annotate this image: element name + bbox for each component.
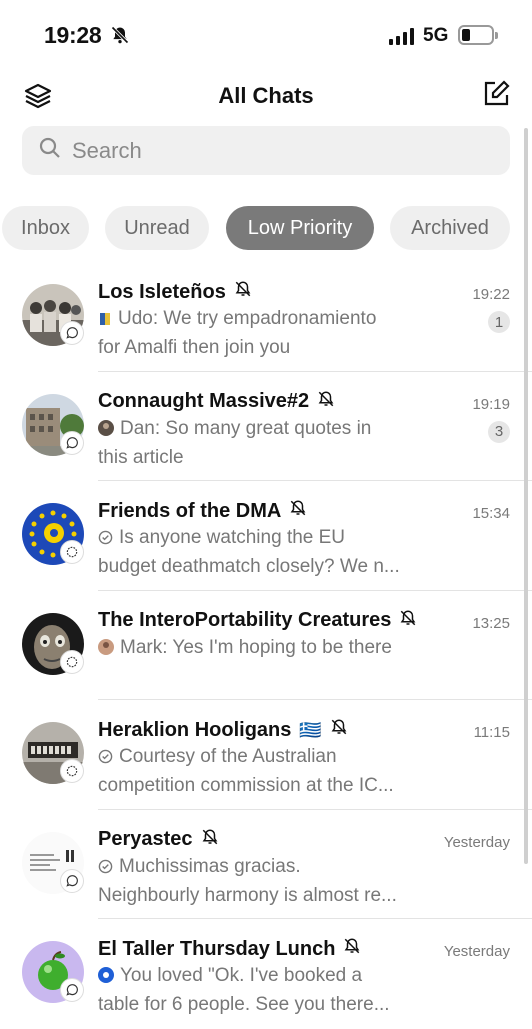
chat-time: 13:25 xyxy=(472,614,510,632)
chat-row[interactable]: Friends of the DMA 15:34 Is anyone watch… xyxy=(0,481,532,591)
status-time: 19:28 xyxy=(44,22,102,48)
chat-list: Los Isleteños 19:22 1 Udo: We try empadr… xyxy=(0,262,532,1029)
greece-flag-emoji: 🇬🇷 xyxy=(299,719,322,740)
search-input[interactable]: Search xyxy=(72,138,142,164)
chat-row[interactable]: Peryastec Yesterday Muchissimas gracias.… xyxy=(0,810,532,919)
chat-time: 15:34 xyxy=(472,505,510,522)
page-title: All Chats xyxy=(218,83,314,108)
status-bar: 19:28 5G xyxy=(0,0,532,70)
sender-avatar-icon xyxy=(98,636,114,663)
nav-bar: All Chats xyxy=(0,78,532,118)
whatsapp-icon xyxy=(60,430,84,455)
whatsapp-icon xyxy=(60,321,84,345)
chat-name: Peryastec xyxy=(98,828,193,850)
whatsapp-icon xyxy=(60,868,84,893)
scrollbar[interactable] xyxy=(524,128,528,864)
muted-bell-icon xyxy=(234,280,252,304)
chat-name: Friends of the DMA xyxy=(98,499,282,522)
chat-row[interactable]: Los Isleteños 19:22 1 Udo: We try empadr… xyxy=(0,262,532,372)
chat-time: 19:22 xyxy=(472,286,510,303)
chat-name-wrap: The InteroPortability Creatures xyxy=(98,609,417,633)
signal-app-icon xyxy=(60,759,84,783)
chat-name: El Taller Thursday Lunch xyxy=(98,937,336,960)
read-check-icon xyxy=(98,526,113,553)
preview-line-2: for Amalfi then join you xyxy=(98,337,291,358)
search-icon xyxy=(38,136,62,165)
filter-inbox[interactable]: Inbox xyxy=(2,206,89,250)
network-type: 5G xyxy=(423,25,449,46)
preview-line-1: Is anyone watching the EU xyxy=(119,527,346,548)
chat-preview: Muchissimas gracias. Neighbourly harmony… xyxy=(98,853,438,909)
muted-bell-icon xyxy=(317,390,335,414)
chat-name: Los Isleteños xyxy=(98,280,226,303)
read-check-icon xyxy=(98,855,113,882)
chat-row[interactable]: The InteroPortability Creatures 13:25 Ma… xyxy=(0,591,532,700)
preview-line-2: table for 6 people. See you there... xyxy=(98,994,390,1015)
preview-line-1: Muchissimas gracias. xyxy=(119,855,301,877)
muted-bell-icon xyxy=(343,937,361,961)
chat-name-wrap: Peryastec xyxy=(98,828,219,852)
chat-name-wrap: Connaught Massive#2 xyxy=(98,390,335,414)
chat-preview: Is anyone watching the EU budget deathma… xyxy=(98,524,438,580)
chat-preview: Mark: Yes I'm hoping to be there xyxy=(98,634,438,663)
chat-name: Heraklion Hooligans xyxy=(98,718,292,741)
chat-name-wrap: Friends of the DMA xyxy=(98,499,307,523)
chat-row[interactable]: El Taller Thursday Lunch Yesterday You l… xyxy=(0,919,532,1029)
compose-icon[interactable] xyxy=(481,79,511,114)
filter-tabs: Inbox Unread Low Priority Archived xyxy=(0,206,532,250)
muted-bell-icon xyxy=(201,828,219,852)
signal-app-icon xyxy=(60,540,84,564)
read-check-icon xyxy=(98,745,113,772)
cellular-signal-icon xyxy=(389,27,414,45)
unread-badge: 3 xyxy=(488,420,510,443)
preview-line-2: Neighbourly harmony is almost re... xyxy=(98,884,397,906)
signal-app-icon xyxy=(60,649,84,674)
chat-name-wrap: Los Isleteños xyxy=(98,280,252,304)
preview-line-1: Mark: Yes I'm hoping to be there xyxy=(120,636,392,658)
search-bar[interactable]: Search xyxy=(22,126,510,175)
chat-name: The InteroPortability Creatures xyxy=(98,609,392,631)
filter-low-priority[interactable]: Low Priority xyxy=(226,206,374,250)
sender-avatar-icon xyxy=(98,307,112,334)
chat-time: Yesterday xyxy=(443,943,510,960)
preview-line-1: You loved "Ok. I've booked a xyxy=(120,965,363,986)
chat-preview: Courtesy of the Australian competition c… xyxy=(98,743,438,799)
sender-avatar-icon xyxy=(98,417,114,444)
preview-line-1: Courtesy of the Australian xyxy=(119,746,337,767)
filter-archived[interactable]: Archived xyxy=(390,206,510,250)
chat-time: Yesterday xyxy=(443,833,510,851)
chat-preview: Udo: We try empadronamiento for Amalfi t… xyxy=(98,305,438,361)
chat-name: Connaught Massive#2 xyxy=(98,390,310,412)
silent-mode-icon xyxy=(110,25,130,50)
whatsapp-icon xyxy=(60,978,84,1002)
preview-line-1: Dan: So many great quotes in xyxy=(120,417,372,439)
chat-row[interactable]: Heraklion Hooligans 🇬🇷 11:15 Courtesy of… xyxy=(0,700,532,810)
chat-preview: Dan: So many great quotes in this articl… xyxy=(98,415,438,471)
preview-line-1: Udo: We try empadronamiento xyxy=(118,308,377,329)
chat-time: 19:19 xyxy=(472,395,510,413)
muted-bell-icon xyxy=(399,609,417,633)
battery-icon xyxy=(458,25,498,45)
chat-time: 11:15 xyxy=(473,724,510,741)
filter-unread[interactable]: Unread xyxy=(105,206,209,250)
preview-line-2: competition commission at the IC... xyxy=(98,775,394,796)
muted-bell-icon xyxy=(330,718,348,742)
preview-line-2: this article xyxy=(98,446,184,468)
chat-name-wrap: El Taller Thursday Lunch xyxy=(98,937,361,961)
unread-badge: 1 xyxy=(488,311,510,333)
chat-name-wrap: Heraklion Hooligans 🇬🇷 xyxy=(98,718,348,742)
muted-bell-icon xyxy=(289,499,307,523)
reaction-icon xyxy=(98,964,114,991)
chat-preview: You loved "Ok. I've booked a table for 6… xyxy=(98,962,438,1018)
chat-row[interactable]: Connaught Massive#2 19:19 3 Dan: So many… xyxy=(0,372,532,481)
preview-line-2: budget deathmatch closely? We n... xyxy=(98,556,400,577)
